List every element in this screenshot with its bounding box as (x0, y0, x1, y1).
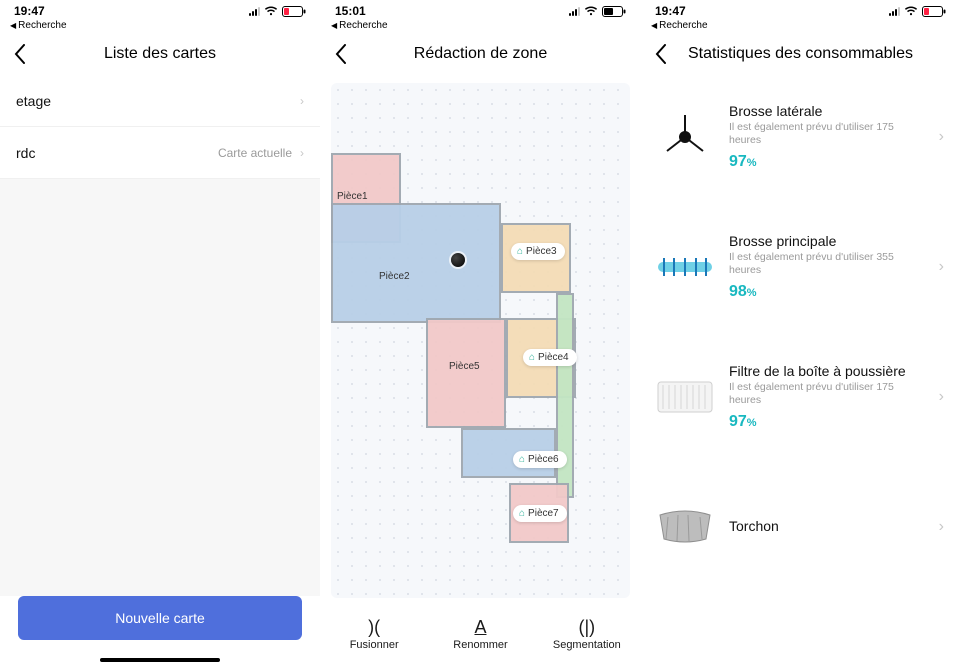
map-row-badge: Carte actuelle (218, 146, 292, 160)
back-button[interactable] (641, 34, 681, 74)
mop-icon (653, 499, 717, 555)
nav-header: Rédaction de zone (321, 33, 640, 75)
room-pill[interactable]: ⌂ Pièce4 (523, 349, 577, 366)
breadcrumb[interactable]: ◀ Recherche (0, 20, 320, 33)
floor-map[interactable]: Pièce1 Pièce2 Pièce5 ⌂ Pièce3 ⌂ Pièce4 ⌂… (331, 83, 630, 598)
side-brush-icon (653, 109, 717, 165)
screen-zone-editor: 15:01 ◀ Recherche Rédaction de zone (320, 0, 640, 668)
page-title: Statistiques des consommables (641, 45, 960, 63)
status-icons (569, 6, 626, 17)
main-brush-icon (653, 239, 717, 295)
consumable-dust-filter[interactable]: Filtre de la boîte à poussière Il est ég… (641, 343, 960, 451)
screen-map-list: 19:47 ◀ Recherche Liste des cartes etage… (0, 0, 320, 668)
room-area[interactable] (426, 318, 506, 428)
filter-icon (653, 369, 717, 425)
status-icons (249, 6, 306, 17)
nav-header: Statistiques des consommables (641, 33, 960, 75)
room-label: Pièce1 (337, 191, 368, 202)
map-row-rdc[interactable]: rdc Carte actuelle › (0, 127, 320, 179)
consumable-text: Torchon (729, 518, 923, 536)
chevron-left-icon (335, 44, 347, 64)
screen-consumables: 19:47 ◀ Recherche Statistiques des conso… (640, 0, 960, 668)
robot-position-icon (451, 253, 465, 267)
cellular-icon (889, 7, 900, 16)
page-title: Rédaction de zone (321, 45, 640, 63)
merge-icon: )( (329, 615, 419, 639)
cellular-icon (569, 7, 580, 16)
map-row-label: rdc (16, 145, 35, 161)
room-pill[interactable]: ⌂ Pièce6 (513, 451, 567, 468)
chevron-right-icon: › (300, 94, 304, 108)
chevron-left-icon (14, 44, 26, 64)
rename-tool[interactable]: A Renommer (435, 615, 525, 651)
chevron-left-icon (655, 44, 667, 64)
room-area[interactable] (331, 203, 501, 323)
wifi-icon (264, 6, 278, 16)
empty-area (0, 179, 320, 596)
new-map-button[interactable]: Nouvelle carte (18, 596, 302, 640)
page-title: Liste des cartes (0, 45, 320, 63)
consumable-text: Filtre de la boîte à poussière Il est ég… (729, 363, 923, 431)
wifi-icon (584, 6, 598, 16)
battery-icon (602, 6, 626, 17)
chevron-right-icon: › (300, 146, 304, 160)
status-bar: 19:47 (0, 0, 320, 20)
consumable-mop[interactable]: Torchon › (641, 473, 960, 581)
back-button[interactable] (321, 34, 361, 74)
status-bar: 15:01 (321, 0, 640, 20)
home-icon: ⌂ (519, 454, 525, 465)
consumable-text: Brosse principale Il est également prévu… (729, 233, 923, 301)
room-label: Pièce5 (449, 361, 480, 372)
home-indicator (100, 658, 220, 662)
wifi-icon (904, 6, 918, 16)
status-time: 15:01 (335, 4, 366, 18)
consumable-text: Brosse latérale Il est également prévu d… (729, 103, 923, 171)
home-icon: ⌂ (517, 246, 523, 257)
map-row-label: etage (16, 93, 51, 109)
breadcrumb-back-icon: ◀ (331, 21, 337, 30)
home-icon: ⌂ (529, 352, 535, 363)
segment-icon: (|) (542, 615, 632, 639)
merge-tool[interactable]: )( Fusionner (329, 615, 419, 651)
consumable-main-brush[interactable]: Brosse principale Il est également prévu… (641, 213, 960, 321)
status-time: 19:47 (14, 4, 45, 18)
room-label: Pièce2 (379, 271, 410, 282)
room-pill[interactable]: ⌂ Pièce7 (513, 505, 567, 522)
cellular-icon (249, 7, 260, 16)
status-icons (889, 6, 946, 17)
editor-toolbar: )( Fusionner A Renommer (|) Segmentation (321, 598, 640, 668)
chevron-right-icon: › (935, 258, 944, 276)
nav-header: Liste des cartes (0, 33, 320, 75)
consumable-side-brush[interactable]: Brosse latérale Il est également prévu d… (641, 83, 960, 191)
map-list: etage › rdc Carte actuelle › (0, 75, 320, 179)
status-time: 19:47 (655, 4, 686, 18)
breadcrumb-back-icon: ◀ (10, 21, 16, 30)
battery-icon (282, 6, 306, 17)
status-bar: 19:47 (641, 0, 960, 20)
breadcrumb-back-icon: ◀ (651, 21, 657, 30)
room-pill[interactable]: ⌂ Pièce3 (511, 243, 565, 260)
chevron-right-icon: › (935, 518, 944, 536)
consumables-list: Brosse latérale Il est également prévu d… (641, 75, 960, 581)
segment-tool[interactable]: (|) Segmentation (542, 615, 632, 651)
chevron-right-icon: › (935, 388, 944, 406)
breadcrumb[interactable]: ◀ Recherche (321, 20, 640, 33)
battery-icon (922, 6, 946, 17)
map-row-etage[interactable]: etage › (0, 75, 320, 127)
home-icon: ⌂ (519, 508, 525, 519)
back-button[interactable] (0, 34, 40, 74)
breadcrumb[interactable]: ◀ Recherche (641, 20, 960, 33)
rename-icon: A (435, 615, 525, 639)
chevron-right-icon: › (935, 128, 944, 146)
